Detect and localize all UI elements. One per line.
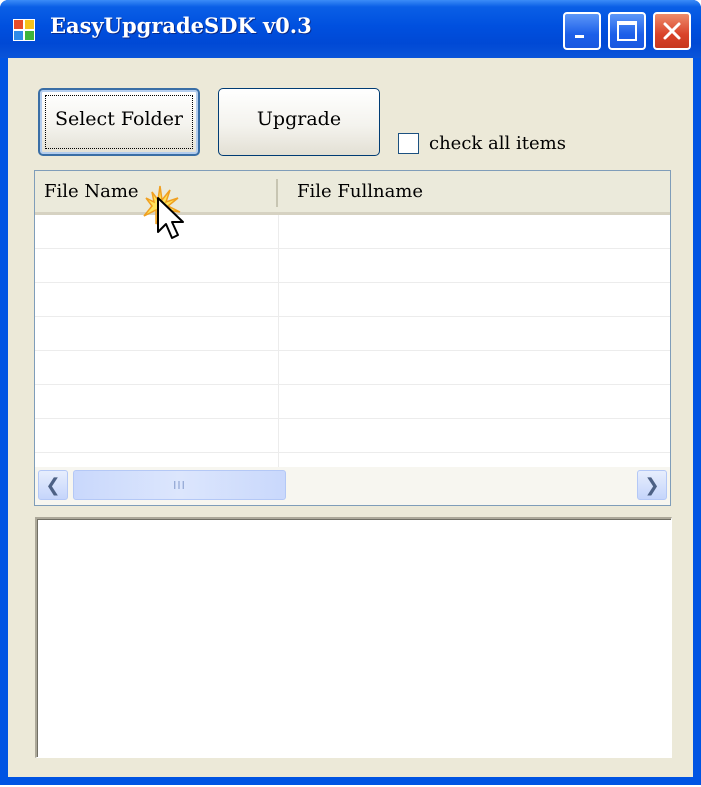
row-gridline: [35, 418, 670, 419]
focus-rectangle: [45, 95, 193, 149]
minimize-button[interactable]: [563, 12, 601, 50]
row-gridline: [35, 316, 670, 317]
column-header-file-name[interactable]: File Name: [44, 181, 139, 202]
mouse-pointer-icon: [143, 185, 184, 239]
row-gridline: [35, 282, 670, 283]
upgrade-button[interactable]: Upgrade: [218, 88, 380, 156]
upgrade-label: Upgrade: [256, 108, 342, 130]
output-textbox[interactable]: [35, 517, 672, 758]
close-icon: [663, 22, 681, 40]
window-title: EasyUpgradeSDK v0.3: [50, 13, 312, 38]
close-button[interactable]: [653, 12, 691, 50]
app-window: EasyUpgradeSDK v0.3 Select Folder Upgrad…: [0, 0, 701, 785]
list-body[interactable]: [35, 215, 670, 467]
maximize-icon: [617, 21, 637, 41]
check-all-items-checkbox[interactable]: check all items: [398, 130, 566, 156]
row-gridline: [35, 248, 670, 249]
scrollbar-grip: III: [173, 478, 186, 492]
row-gridline: [35, 452, 670, 453]
row-gridline: [35, 350, 670, 351]
column-header-file-fullname[interactable]: File Fullname: [297, 181, 423, 202]
row-gridline: [35, 384, 670, 385]
checkbox-box[interactable]: [398, 132, 419, 154]
column-gridline: [278, 215, 279, 467]
list-header: File Name File Fullname: [35, 171, 670, 215]
scroll-right-button[interactable]: ❯: [637, 470, 667, 500]
client-area: Select Folder Upgrade check all items Fi…: [8, 58, 693, 777]
chevron-left-icon: ❮: [45, 474, 61, 496]
scrollbar-thumb[interactable]: III: [73, 470, 286, 500]
file-list-view[interactable]: File Name File Fullname ❮ III ❯: [34, 170, 671, 506]
minimize-icon: [575, 35, 584, 38]
scroll-left-button[interactable]: ❮: [38, 470, 68, 500]
app-icon: [13, 19, 35, 41]
column-divider[interactable]: [276, 179, 278, 207]
maximize-button[interactable]: [608, 12, 646, 50]
check-all-items-label[interactable]: check all items: [429, 133, 566, 154]
horizontal-scrollbar[interactable]: ❮ III ❯: [35, 467, 670, 505]
select-folder-button[interactable]: Select Folder: [38, 88, 200, 156]
title-bar[interactable]: EasyUpgradeSDK v0.3: [0, 0, 701, 58]
chevron-right-icon: ❯: [644, 474, 660, 496]
